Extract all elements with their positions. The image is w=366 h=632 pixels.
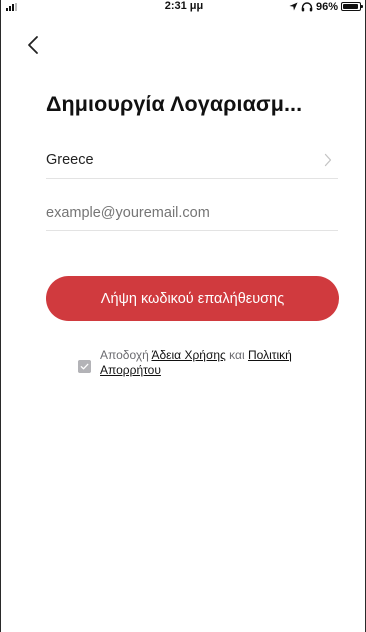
chevron-left-icon xyxy=(28,36,38,54)
status-right: 96% xyxy=(289,0,363,13)
agreement-text: Αποδοχή Άδεια Χρήσης και Πολιτική Απορρή… xyxy=(100,348,315,378)
back-button[interactable] xyxy=(25,32,43,58)
country-value: Greece xyxy=(46,152,94,168)
battery-icon xyxy=(341,2,363,11)
agreement-conjunction: και xyxy=(229,348,245,362)
email-field-row xyxy=(46,195,338,231)
license-link[interactable]: Άδεια Χρήσης xyxy=(151,348,225,362)
agreement-prefix: Αποδοχή xyxy=(100,348,149,362)
page-title: Δημιουργία Λογαριασμ... xyxy=(46,92,303,116)
location-arrow-icon xyxy=(289,2,298,11)
headphones-icon xyxy=(301,1,313,11)
get-verification-code-button[interactable]: Λήψη κωδικού επαλήθευσης xyxy=(46,276,339,321)
agreement-checkbox[interactable] xyxy=(78,360,91,373)
country-selector[interactable]: Greece xyxy=(46,142,338,179)
status-bar: 2:31 μμ 96% xyxy=(1,0,366,14)
battery-percent: 96% xyxy=(315,0,338,13)
chevron-right-icon xyxy=(324,153,332,167)
battery-fill xyxy=(343,4,359,9)
email-input[interactable] xyxy=(46,202,338,224)
phone-screen: 2:31 μμ 96% Δημιουργία Λογαριασμ... Gree… xyxy=(0,0,366,632)
